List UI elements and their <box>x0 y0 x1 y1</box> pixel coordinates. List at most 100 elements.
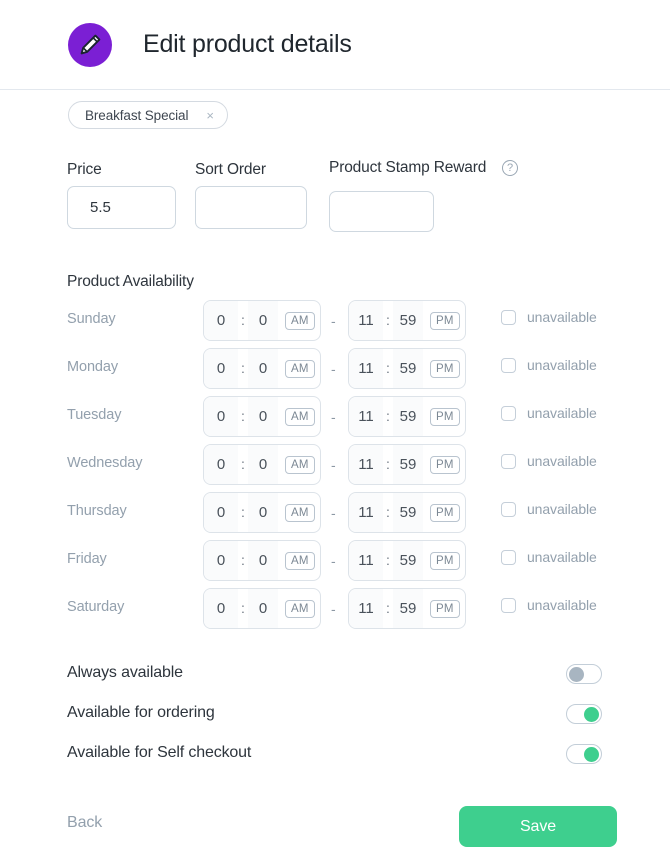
end-hour-input[interactable]: 11 <box>349 349 383 388</box>
end-hour-input[interactable]: 11 <box>349 541 383 580</box>
start-hour-input[interactable]: 0 <box>204 397 238 436</box>
end-time-field[interactable]: 11:59PM <box>348 348 466 389</box>
toggle-switch[interactable] <box>566 664 602 684</box>
unavailable-label: unavailable <box>527 357 597 373</box>
start-time-field[interactable]: 0:0 AM <box>203 396 321 437</box>
end-minute-input[interactable]: 59 <box>393 301 423 340</box>
unavailable-checkbox[interactable] <box>501 454 516 469</box>
category-chip-label: Breakfast Special <box>85 108 188 123</box>
start-minute-input[interactable]: 0 <box>248 397 278 436</box>
end-period-toggle[interactable]: PM <box>430 552 460 570</box>
unavailable-checkbox-wrap[interactable]: unavailable <box>501 357 597 373</box>
start-minute-input[interactable]: 0 <box>248 589 278 628</box>
back-button[interactable]: Back <box>67 814 102 832</box>
end-time-field[interactable]: 11:59PM <box>348 588 466 629</box>
unavailable-checkbox[interactable] <box>501 406 516 421</box>
toggle-row: Available for Self checkout <box>0 735 670 775</box>
sort-order-input[interactable] <box>195 186 307 229</box>
unavailable-checkbox[interactable] <box>501 310 516 325</box>
help-icon[interactable]: ? <box>502 160 518 176</box>
end-period-toggle[interactable]: PM <box>430 600 460 618</box>
unavailable-checkbox-wrap[interactable]: unavailable <box>501 501 597 517</box>
unavailable-checkbox[interactable] <box>501 358 516 373</box>
start-period-toggle[interactable]: AM <box>285 600 315 618</box>
save-button[interactable]: Save <box>459 806 617 847</box>
start-minute-input[interactable]: 0 <box>248 493 278 532</box>
unavailable-checkbox[interactable] <box>501 598 516 613</box>
end-time-field[interactable]: 11:59PM <box>348 300 466 341</box>
start-time-field[interactable]: 0:0AM <box>203 492 321 533</box>
start-time-field[interactable]: 0:0 AM <box>203 348 321 389</box>
start-period-toggle[interactable]: AM <box>285 504 315 522</box>
product-stamp-reward-input[interactable] <box>329 191 434 232</box>
time-range-separator: - <box>331 601 336 617</box>
start-time-field[interactable]: 0:0AM <box>203 540 321 581</box>
start-period-toggle[interactable]: AM <box>285 360 315 378</box>
end-hour-input[interactable]: 11 <box>349 589 383 628</box>
start-minute-input[interactable]: 0 <box>248 349 278 388</box>
start-hour-input[interactable]: 0 <box>204 589 238 628</box>
end-time-field[interactable]: 11:59 PM <box>348 540 466 581</box>
start-period-toggle[interactable]: AM <box>285 552 315 570</box>
end-minute-input[interactable]: 59 <box>393 445 423 484</box>
time-colon: : <box>238 589 248 628</box>
start-hour-input[interactable]: 0 <box>204 301 238 340</box>
close-icon[interactable]: × <box>206 109 214 122</box>
time-colon: : <box>238 397 248 436</box>
end-minute-input[interactable]: 59 <box>393 589 423 628</box>
end-time-field[interactable]: 11:59PM <box>348 444 466 485</box>
start-hour-input[interactable]: 0 <box>204 493 238 532</box>
end-minute-input[interactable]: 59 <box>393 493 423 532</box>
toggle-switch[interactable] <box>566 744 602 764</box>
unavailable-label: unavailable <box>527 405 597 421</box>
availability-row: Wednesday0:0AM-11:59PMunavailable <box>0 442 670 490</box>
start-hour-input[interactable]: 0 <box>204 445 238 484</box>
page-header: Edit product details <box>0 0 670 89</box>
unavailable-checkbox[interactable] <box>501 550 516 565</box>
end-time-field[interactable]: 11:59PM <box>348 396 466 437</box>
end-hour-input[interactable]: 11 <box>349 301 383 340</box>
unavailable-checkbox-wrap[interactable]: unavailable <box>501 453 597 469</box>
end-period-toggle[interactable]: PM <box>430 312 460 330</box>
unavailable-checkbox-wrap[interactable]: unavailable <box>501 309 597 325</box>
start-period-toggle[interactable]: AM <box>285 312 315 330</box>
end-hour-input[interactable]: 11 <box>349 445 383 484</box>
toggle-switch[interactable] <box>566 704 602 724</box>
category-chip-row: Breakfast Special × <box>68 101 228 129</box>
price-input[interactable] <box>67 186 176 229</box>
toggle-row: Always available <box>0 655 670 695</box>
unavailable-checkbox-wrap[interactable]: unavailable <box>501 549 597 565</box>
unavailable-checkbox[interactable] <box>501 502 516 517</box>
unavailable-checkbox-wrap[interactable]: unavailable <box>501 405 597 421</box>
end-period-toggle[interactable]: PM <box>430 456 460 474</box>
start-minute-input[interactable]: 0 <box>248 445 278 484</box>
end-minute-input[interactable]: 59 <box>393 349 423 388</box>
time-colon: : <box>238 301 248 340</box>
start-hour-input[interactable]: 0 <box>204 541 238 580</box>
start-hour-input[interactable]: 0 <box>204 349 238 388</box>
time-colon: : <box>238 349 248 388</box>
unavailable-label: unavailable <box>527 453 597 469</box>
end-period-toggle[interactable]: PM <box>430 408 460 426</box>
availability-row: Thursday0:0AM-11:59PMunavailable <box>0 490 670 538</box>
availability-row: Saturday0:0AM-11:59PMunavailable <box>0 586 670 634</box>
page-title: Edit product details <box>143 30 352 59</box>
start-time-field[interactable]: 0:0 AM <box>203 300 321 341</box>
category-chip[interactable]: Breakfast Special × <box>68 101 228 129</box>
end-minute-input[interactable]: 59 <box>393 397 423 436</box>
start-time-field[interactable]: 0:0AM <box>203 444 321 485</box>
start-period-toggle[interactable]: AM <box>285 408 315 426</box>
toggle-label: Available for Self checkout <box>67 744 251 762</box>
end-hour-input[interactable]: 11 <box>349 397 383 436</box>
end-time-field[interactable]: 11:59PM <box>348 492 466 533</box>
time-colon: : <box>383 541 393 580</box>
start-time-field[interactable]: 0:0 AM <box>203 588 321 629</box>
start-period-toggle[interactable]: AM <box>285 456 315 474</box>
start-minute-input[interactable]: 0 <box>248 301 278 340</box>
end-minute-input[interactable]: 59 <box>393 541 423 580</box>
end-hour-input[interactable]: 11 <box>349 493 383 532</box>
unavailable-checkbox-wrap[interactable]: unavailable <box>501 597 597 613</box>
end-period-toggle[interactable]: PM <box>430 504 460 522</box>
end-period-toggle[interactable]: PM <box>430 360 460 378</box>
start-minute-input[interactable]: 0 <box>248 541 278 580</box>
